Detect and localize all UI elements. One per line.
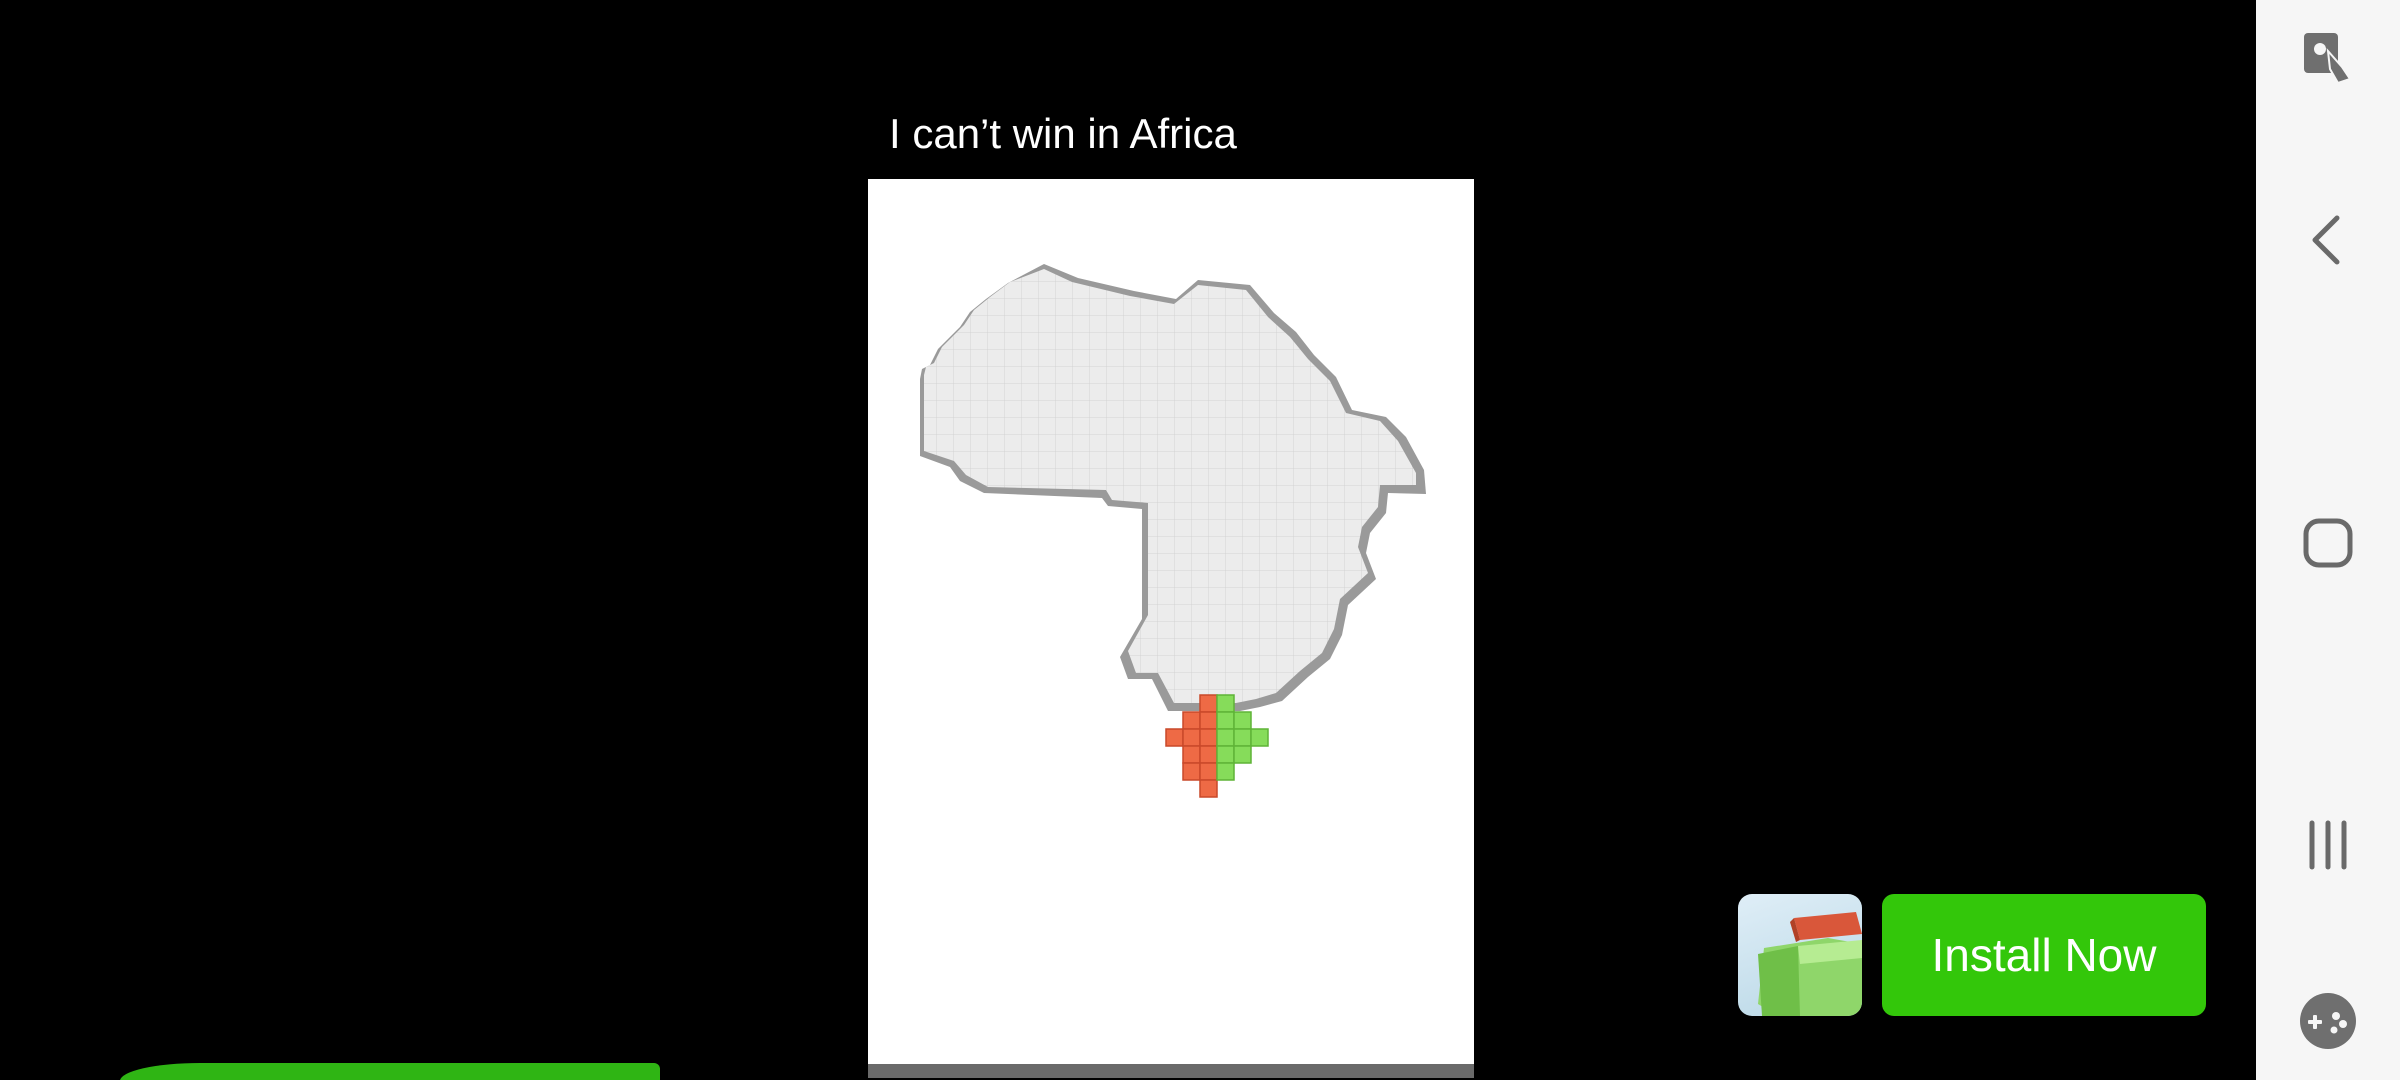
africa-block-map [920, 264, 1426, 798]
ad-video-frame[interactable] [868, 179, 1474, 1064]
install-now-button[interactable]: Install Now [1882, 894, 2206, 1016]
block-puzzle-app-icon[interactable] [1738, 894, 1862, 1016]
ad-timer-bar [120, 1063, 660, 1080]
assistant-touch-icon[interactable] [2256, 2, 2400, 112]
africa-surface [924, 269, 1416, 703]
back-icon[interactable] [2256, 185, 2400, 295]
home-icon[interactable] [2256, 488, 2400, 598]
navigation-bar [2256, 0, 2400, 1080]
ad-caption: I can’t win in Africa [889, 110, 1237, 157]
recent-apps-icon[interactable] [2256, 790, 2400, 900]
video-progress-track[interactable] [868, 1064, 1474, 1078]
screen: I can’t win in Africa Install Now [0, 0, 2400, 1080]
game-tools-icon[interactable] [2256, 966, 2400, 1076]
